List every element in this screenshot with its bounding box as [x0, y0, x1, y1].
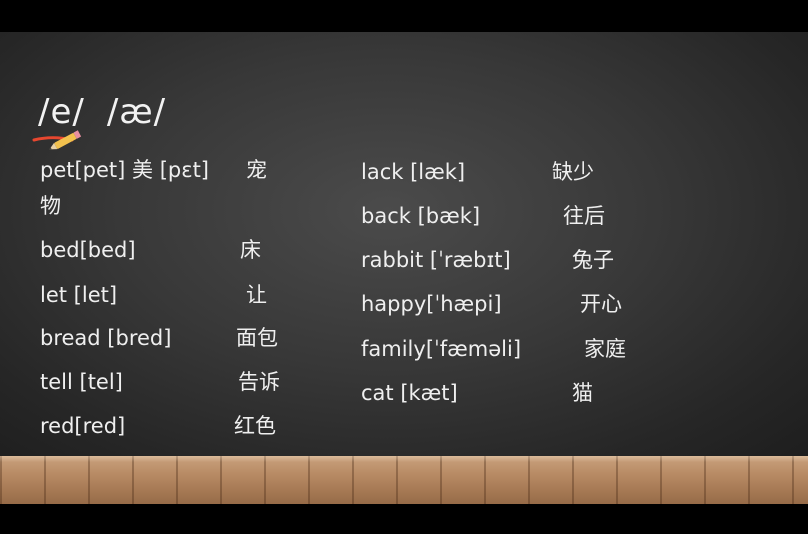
meaning-bread: 面包: [236, 326, 278, 350]
slide: /e/ /æ/ pet[pet] 美 [pɛt] 宠 物 bed[bed] 床 l…: [0, 0, 808, 534]
phoneme-title: /e/ /æ/: [38, 92, 166, 132]
bottom-letterbox: [0, 504, 808, 534]
word-red: red[red]: [40, 414, 126, 438]
phoneme-ae: /æ/: [106, 92, 167, 132]
word-family: family[ˈfæməli]: [361, 337, 522, 361]
word-let: let [let]: [40, 283, 118, 307]
meaning-tell: 告诉: [238, 370, 280, 394]
meaning-red: 红色: [234, 414, 276, 438]
word-tell: tell [tel]: [40, 370, 123, 394]
meaning-rabbit: 兔子: [572, 248, 614, 272]
wooden-floor: [0, 456, 808, 504]
word-back: back [bæk]: [361, 204, 481, 228]
word-pet-continued: 物: [40, 194, 61, 218]
word-pet: pet[pet] 美 [pɛt]: [40, 158, 210, 182]
word-happy: happy[ˈhæpi]: [361, 292, 502, 316]
meaning-lack: 缺少: [552, 160, 594, 184]
meaning-back: 往后: [563, 204, 605, 228]
meaning-let: 让: [246, 283, 267, 307]
meaning-bed: 床: [240, 238, 261, 262]
word-bed: bed[bed]: [40, 238, 136, 262]
meaning-pet: 宠: [246, 158, 267, 182]
word-lack: lack [læk]: [361, 160, 466, 184]
meaning-happy: 开心: [580, 292, 622, 316]
pencil-icon: [32, 130, 82, 150]
phoneme-e: /e/: [38, 92, 85, 132]
word-cat: cat [kæt]: [361, 381, 458, 405]
meaning-family: 家庭: [584, 337, 626, 361]
word-rabbit: rabbit [ˈræbɪt]: [361, 248, 511, 272]
word-bread: bread [bred]: [40, 326, 172, 350]
meaning-cat: 猫: [572, 381, 593, 405]
